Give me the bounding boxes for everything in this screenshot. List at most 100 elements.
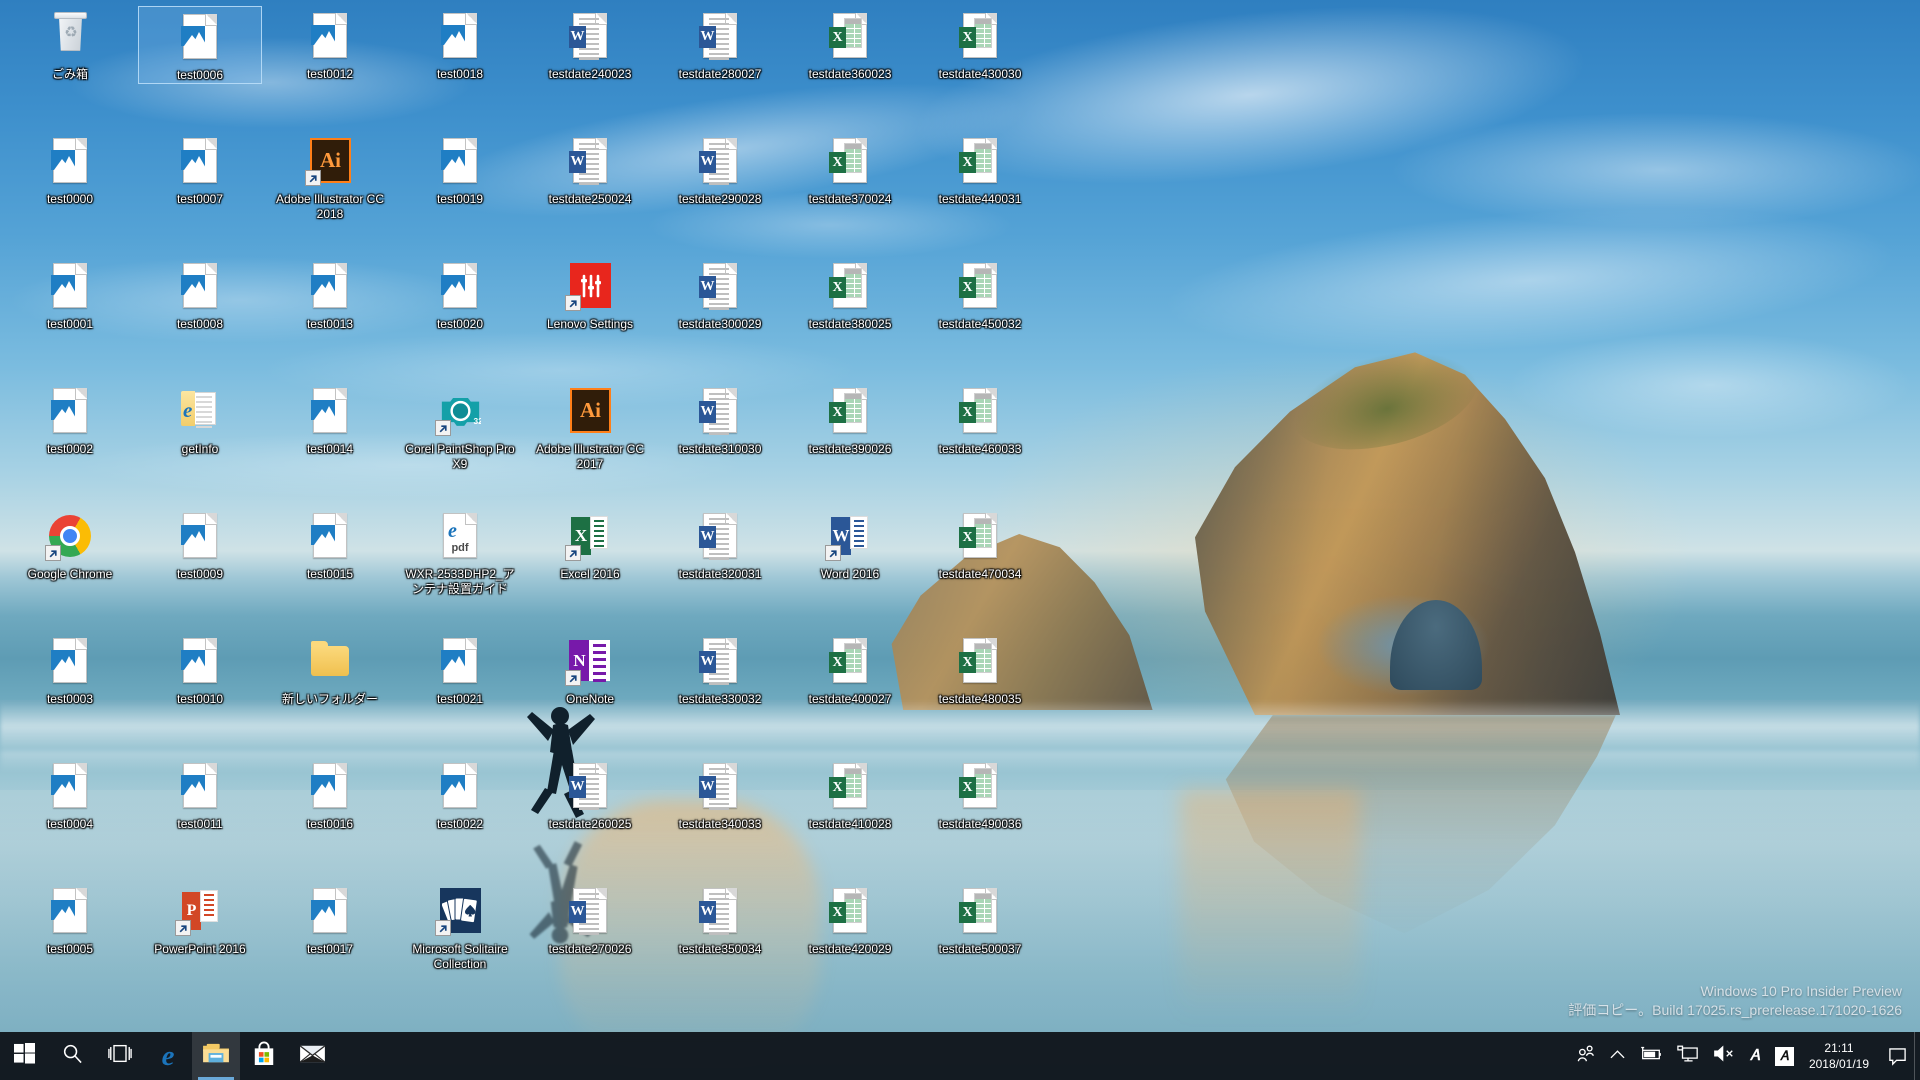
desktop-icon[interactable]: test0004	[8, 756, 132, 832]
word-file-icon: W	[696, 762, 744, 810]
desktop-icon[interactable]: Wtestdate250024	[528, 131, 652, 207]
desktop-icon[interactable]: W Word 2016	[788, 506, 912, 582]
desktop-icon[interactable]: Wtestdate280027	[658, 6, 782, 82]
desktop-icon-grid: ♻ ごみ箱 test0006 test0012 test0018 Wtestdate240…	[0, 0, 1100, 1000]
desktop-icon[interactable]: test0003	[8, 631, 132, 707]
desktop-icon[interactable]: Xtestdate480035	[918, 631, 1042, 707]
start-button[interactable]	[0, 1032, 48, 1080]
desktop-icon[interactable]: X Excel 2016	[528, 506, 652, 582]
desktop-icon[interactable]: test0015	[268, 506, 392, 582]
desktop-icon[interactable]: Xtestdate370024	[788, 131, 912, 207]
desktop-icon[interactable]: test0013	[268, 256, 392, 332]
file-explorer-button[interactable]	[192, 1032, 240, 1080]
desktop-icon[interactable]: Xtestdate440031	[918, 131, 1042, 207]
desktop-icon[interactable]: e getInfo	[138, 381, 262, 457]
desktop-icon[interactable]: test0020	[398, 256, 522, 332]
shortcut-overlay-icon	[565, 545, 581, 561]
mail-icon	[299, 1044, 326, 1069]
desktop-icon[interactable]: Ai Adobe Illustrator CC 2018	[268, 131, 392, 222]
edge-button[interactable]: e	[144, 1032, 192, 1080]
desktop-icon[interactable]: Wtestdate350034	[658, 881, 782, 957]
desktop-icon-label: test0021	[436, 692, 484, 706]
desktop-icon[interactable]: test0017	[268, 881, 392, 957]
taskbar-clock[interactable]: 21:11 2018/01/19	[1801, 1032, 1881, 1080]
desktop-icon[interactable]: test0001	[8, 256, 132, 332]
ime-mode-button[interactable]: 𝐴	[1742, 1032, 1768, 1080]
sun-reflection	[1180, 790, 1360, 1020]
windows-insider-watermark: Windows 10 Pro Insider Preview 評価コピー。Bui…	[1568, 982, 1902, 1020]
volume-button[interactable]	[1706, 1032, 1742, 1080]
desktop-icon[interactable]: Google Chrome	[8, 506, 132, 582]
desktop-icon[interactable]: Xtestdate390026	[788, 381, 912, 457]
desktop-icon[interactable]: test0002	[8, 381, 132, 457]
image-file-icon	[436, 637, 484, 685]
desktop-icon[interactable]: Wtestdate340033	[658, 756, 782, 832]
desktop-icon[interactable]: Xtestdate470034	[918, 506, 1042, 582]
image-file-icon	[306, 762, 354, 810]
show-hidden-icons[interactable]	[1603, 1032, 1632, 1080]
desktop-icon[interactable]: ♻ ごみ箱	[8, 6, 132, 82]
desktop-icon[interactable]: test0021	[398, 631, 522, 707]
desktop-icon[interactable]: Wtestdate240023	[528, 6, 652, 82]
desktop-icon[interactable]: Wtestdate310030	[658, 381, 782, 457]
store-button[interactable]	[240, 1032, 288, 1080]
desktop-icon[interactable]: P PowerPoint 2016	[138, 881, 262, 957]
shortcut-overlay-icon	[435, 920, 451, 936]
search-button[interactable]	[48, 1032, 96, 1080]
desktop-icon[interactable]: Xtestdate400027	[788, 631, 912, 707]
desktop-icon[interactable]: Xtestdate420029	[788, 881, 912, 957]
desktop-icon[interactable]: N OneNote	[528, 631, 652, 707]
desktop-icon[interactable]: 新しいフォルダー	[268, 631, 392, 707]
desktop-icon[interactable]: Wtestdate330032	[658, 631, 782, 707]
people-button[interactable]	[1569, 1032, 1603, 1080]
desktop-icon[interactable]: test0005	[8, 881, 132, 957]
desktop-icon[interactable]: Wtestdate320031	[658, 506, 782, 582]
word-app-icon: W	[825, 512, 874, 561]
desktop-icon[interactable]: Xtestdate500037	[918, 881, 1042, 957]
desktop-icon[interactable]: test0006	[138, 6, 262, 84]
desktop-icon[interactable]: test0019	[398, 131, 522, 207]
desktop-icon[interactable]: test0008	[138, 256, 262, 332]
excel-file-icon: X	[826, 887, 874, 935]
action-center-button[interactable]	[1881, 1032, 1914, 1080]
desktop-icon[interactable]: test0022	[398, 756, 522, 832]
desktop-icon[interactable]: Lenovo Settings	[528, 256, 652, 332]
desktop-icon[interactable]: test0011	[138, 756, 262, 832]
desktop-icon[interactable]: test0018	[398, 6, 522, 82]
desktop-icon[interactable]: Xtestdate360023	[788, 6, 912, 82]
ime-kana-button[interactable]: 𝐴	[1768, 1032, 1801, 1080]
word-file-icon: W	[696, 637, 744, 685]
mail-button[interactable]	[288, 1032, 336, 1080]
desktop-icon[interactable]: Wtestdate260025	[528, 756, 652, 832]
desktop-icon[interactable]: e pdf WXR-2533DHP2_アンテナ設置ガイド	[398, 506, 522, 597]
desktop-icon[interactable]: test0007	[138, 131, 262, 207]
desktop-icon-label: test0018	[436, 67, 484, 81]
desktop-icon[interactable]: Xtestdate380025	[788, 256, 912, 332]
desktop-icon[interactable]: Wtestdate300029	[658, 256, 782, 332]
show-desktop-button[interactable]	[1914, 1032, 1920, 1080]
task-view-button[interactable]	[96, 1032, 144, 1080]
desktop-icon[interactable]: 32 Corel PaintShop Pro X9	[398, 381, 522, 472]
desktop-icon-label: test0003	[46, 692, 94, 706]
desktop-icon[interactable]: Wtestdate290028	[658, 131, 782, 207]
taskbar-button-strip: e	[0, 1032, 336, 1080]
desktop-icon[interactable]: test0012	[268, 6, 392, 82]
desktop-icon[interactable]: Xtestdate460033	[918, 381, 1042, 457]
network-button[interactable]	[1670, 1032, 1706, 1080]
desktop-icon[interactable]: test0000	[8, 131, 132, 207]
desktop-icon[interactable]: Xtestdate490036	[918, 756, 1042, 832]
desktop-icon[interactable]: Ai Adobe Illustrator CC 2017	[528, 381, 652, 472]
battery-button[interactable]	[1632, 1032, 1670, 1080]
desktop-icon[interactable]: Microsoft Solitaire Collection	[398, 881, 522, 972]
desktop-icon[interactable]: Xtestdate430030	[918, 6, 1042, 82]
store-icon	[252, 1041, 276, 1071]
word-file-icon: W	[566, 137, 614, 185]
desktop-icon[interactable]: Xtestdate410028	[788, 756, 912, 832]
image-file-icon	[46, 387, 94, 435]
desktop-icon[interactable]: Xtestdate450032	[918, 256, 1042, 332]
desktop-icon[interactable]: test0010	[138, 631, 262, 707]
desktop-icon[interactable]: test0016	[268, 756, 392, 832]
desktop-icon[interactable]: Wtestdate270026	[528, 881, 652, 957]
desktop-icon[interactable]: test0014	[268, 381, 392, 457]
desktop-icon[interactable]: test0009	[138, 506, 262, 582]
